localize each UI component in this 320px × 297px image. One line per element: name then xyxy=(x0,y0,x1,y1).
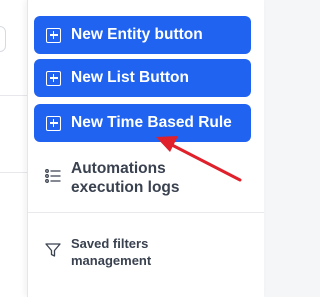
background-input-edge xyxy=(0,26,6,52)
new-entity-button[interactable]: New Entity button xyxy=(34,16,251,54)
saved-filters-label-line2: management xyxy=(71,253,152,268)
actions-dropdown-menu: New Entity button New List Button New Ti… xyxy=(27,0,264,297)
automations-label-line1: Automations xyxy=(71,160,166,177)
new-entity-button-label: New Entity button xyxy=(71,26,203,43)
new-time-based-rule-button-label: New Time Based Rule xyxy=(71,114,232,131)
saved-filters-management-item[interactable]: Saved filters management xyxy=(44,235,151,269)
new-time-based-rule-button[interactable]: New Time Based Rule xyxy=(34,104,251,142)
list-icon xyxy=(45,169,61,183)
plus-square-icon xyxy=(46,27,61,43)
plus-square-icon xyxy=(46,115,61,131)
filter-icon xyxy=(45,243,61,257)
saved-filters-label-line1: Saved filters xyxy=(71,236,149,251)
plus-square-icon xyxy=(46,70,61,86)
new-list-button[interactable]: New List Button xyxy=(34,59,251,97)
automations-label-line2: execution logs xyxy=(71,179,180,196)
new-list-button-label: New List Button xyxy=(71,69,189,86)
menu-divider xyxy=(28,212,264,213)
background-page xyxy=(0,0,30,297)
background-divider xyxy=(0,95,30,96)
automations-execution-logs-item[interactable]: Automations execution logs xyxy=(44,159,180,197)
background-divider xyxy=(0,172,30,173)
